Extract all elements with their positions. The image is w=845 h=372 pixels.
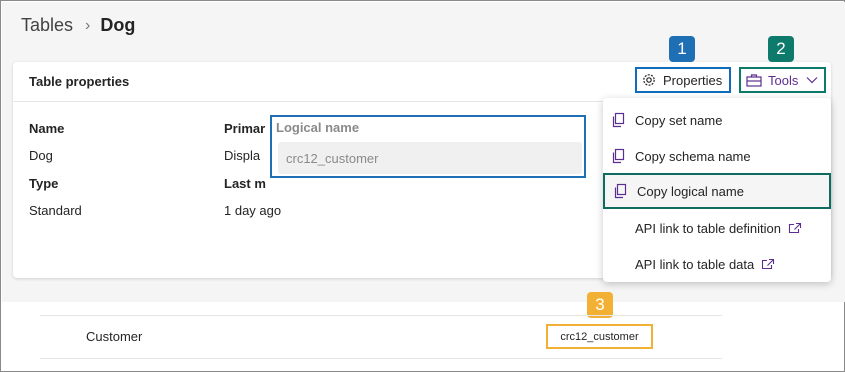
api-link-table-data-item[interactable]: API link to table data — [603, 246, 831, 282]
tools-button[interactable]: Tools — [739, 67, 826, 93]
api-link-table-definition-item[interactable]: API link to table definition — [603, 210, 831, 246]
callout-badge-1: 1 — [669, 36, 695, 62]
breadcrumb-tables-link[interactable]: Tables — [21, 15, 73, 36]
primary-column-label: Primar — [224, 121, 266, 136]
name-label: Name — [29, 121, 65, 136]
menu-item-label: API link to table definition — [635, 220, 781, 236]
tools-dropdown-menu: Copy set name Copy schema name Copy logi… — [603, 98, 831, 282]
copy-icon — [614, 183, 627, 199]
menu-item-label: Copy set name — [635, 112, 723, 128]
row-divider-top — [40, 315, 722, 316]
gear-icon — [643, 74, 655, 86]
logical-name-label: Logical name — [276, 120, 360, 135]
menu-item-label: API link to table data — [635, 256, 755, 272]
properties-button-label: Properties — [663, 72, 723, 88]
copy-schema-name-item[interactable]: Copy schema name — [603, 138, 831, 174]
toolbox-icon — [746, 74, 762, 87]
display-name-value: Displa — [224, 148, 261, 163]
menu-item-label: Copy logical name — [637, 183, 744, 199]
external-link-icon — [788, 222, 802, 234]
name-value: Dog — [29, 148, 53, 163]
row-divider-bottom — [40, 358, 722, 359]
logical-name-panel: Logical name crc12_customer — [270, 115, 586, 178]
copy-icon — [612, 148, 625, 164]
external-link-icon — [762, 258, 775, 270]
tools-button-label: Tools — [768, 72, 799, 88]
copy-logical-name-item[interactable]: Copy logical name — [603, 173, 831, 209]
menu-item-label: Copy schema name — [635, 148, 751, 164]
card-title: Table properties — [29, 74, 130, 89]
properties-button[interactable]: Properties — [635, 67, 731, 93]
customer-logical-name-chip: crc12_customer — [546, 324, 653, 349]
logical-name-field[interactable]: crc12_customer — [278, 142, 582, 174]
card-header: Table properties Properties Tools — [13, 62, 831, 102]
copy-icon — [612, 112, 625, 128]
breadcrumb-separator: › — [85, 16, 91, 34]
callout-badge-2: 2 — [768, 36, 794, 62]
type-label: Type — [29, 176, 59, 191]
breadcrumb: Tables › Dog — [21, 15, 135, 36]
chevron-down-icon — [806, 77, 818, 84]
last-modified-label: Last m — [224, 176, 266, 191]
copy-set-name-item[interactable]: Copy set name — [603, 102, 831, 138]
customer-row-label: Customer — [86, 329, 143, 344]
last-modified-value: 1 day ago — [224, 203, 282, 218]
type-value: Standard — [29, 203, 82, 218]
page-title: Dog — [100, 15, 136, 35]
